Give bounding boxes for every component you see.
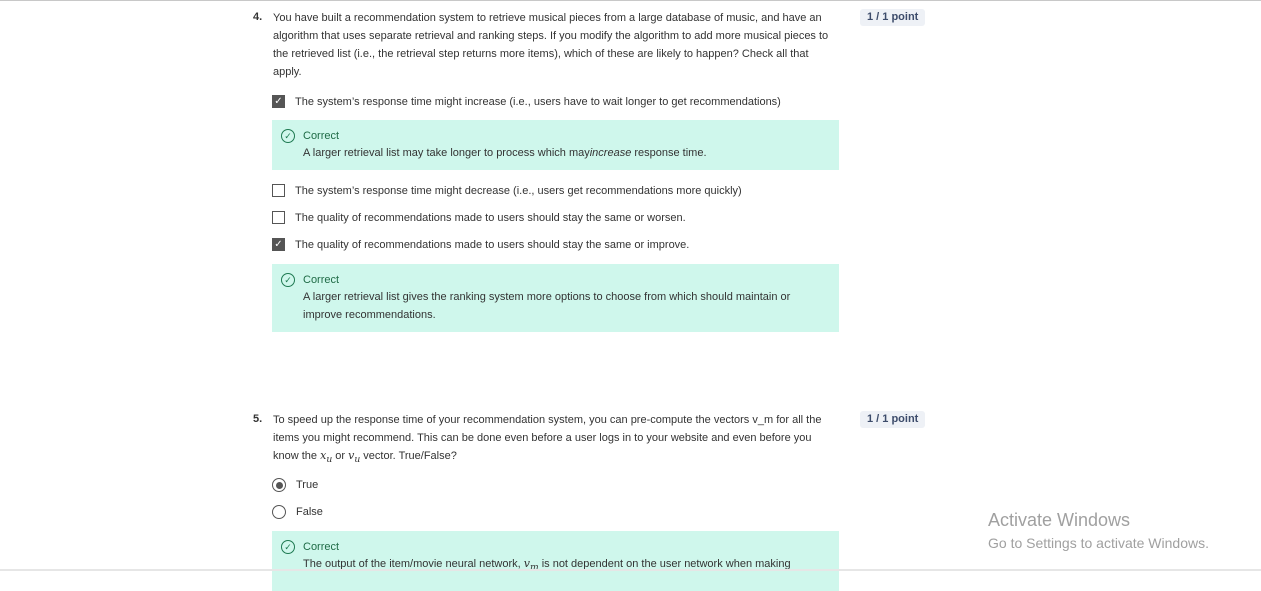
feedback-body: The output of the item/movie neural netw…	[303, 557, 791, 574]
question-5-number: 5.	[253, 413, 263, 425]
question-5-score-badge: 1 / 1 point	[860, 411, 926, 428]
option-label: False	[296, 506, 323, 518]
activate-windows-subtitle: Go to Settings to activate Windows.	[988, 535, 1209, 551]
check-circle-icon: ✓	[281, 273, 295, 287]
option-label: True	[296, 479, 319, 491]
feedback-body: A larger retrieval list may take longer …	[303, 147, 707, 159]
check-circle-icon: ✓	[281, 540, 295, 554]
check-circle-icon: ✓	[281, 129, 295, 143]
question-4-number: 4.	[253, 11, 263, 23]
q5-feedback: ✓ Correct The output of the item/movie n…	[272, 531, 839, 591]
checkbox-icon[interactable]	[272, 211, 285, 224]
question-4-score-badge: 1 / 1 point	[860, 9, 926, 26]
checkbox-icon[interactable]	[272, 184, 285, 197]
radio-icon[interactable]	[272, 505, 286, 519]
option-label: The system’s response time might decreas…	[295, 184, 742, 197]
radio-selected-icon[interactable]	[272, 478, 286, 492]
activate-windows-title: Activate Windows	[988, 510, 1131, 530]
q4-option-3[interactable]: The quality of recommendations made to u…	[272, 211, 686, 224]
checkbox-checked-icon[interactable]: ✓	[272, 238, 285, 251]
q4-feedback-2: ✓ Correct A larger retrieval list gives …	[272, 264, 839, 332]
feedback-title: Correct	[303, 274, 340, 286]
question-5-text: To speed up the response time of your re…	[273, 414, 822, 466]
q5-option-false[interactable]: False	[272, 505, 323, 519]
option-label: The quality of recommendations made to u…	[295, 238, 690, 251]
q4-feedback-1: ✓ Correct A larger retrieval list may ta…	[272, 120, 839, 170]
feedback-title: Correct	[303, 130, 340, 142]
q4-option-2[interactable]: The system’s response time might decreas…	[272, 184, 742, 197]
top-divider	[0, 0, 1261, 1]
option-label: The quality of recommendations made to u…	[295, 211, 686, 224]
feedback-title: Correct	[303, 541, 340, 553]
option-label: The system’s response time might increas…	[295, 95, 781, 108]
feedback-body: A larger retrieval list gives the rankin…	[303, 291, 791, 321]
q4-option-1[interactable]: ✓ The system’s response time might incre…	[272, 95, 781, 108]
checkbox-checked-icon[interactable]: ✓	[272, 95, 285, 108]
question-4-text: You have built a recommendation system t…	[273, 12, 829, 78]
q5-option-true[interactable]: True	[272, 478, 318, 492]
q4-option-4[interactable]: ✓ The quality of recommendations made to…	[272, 238, 689, 251]
